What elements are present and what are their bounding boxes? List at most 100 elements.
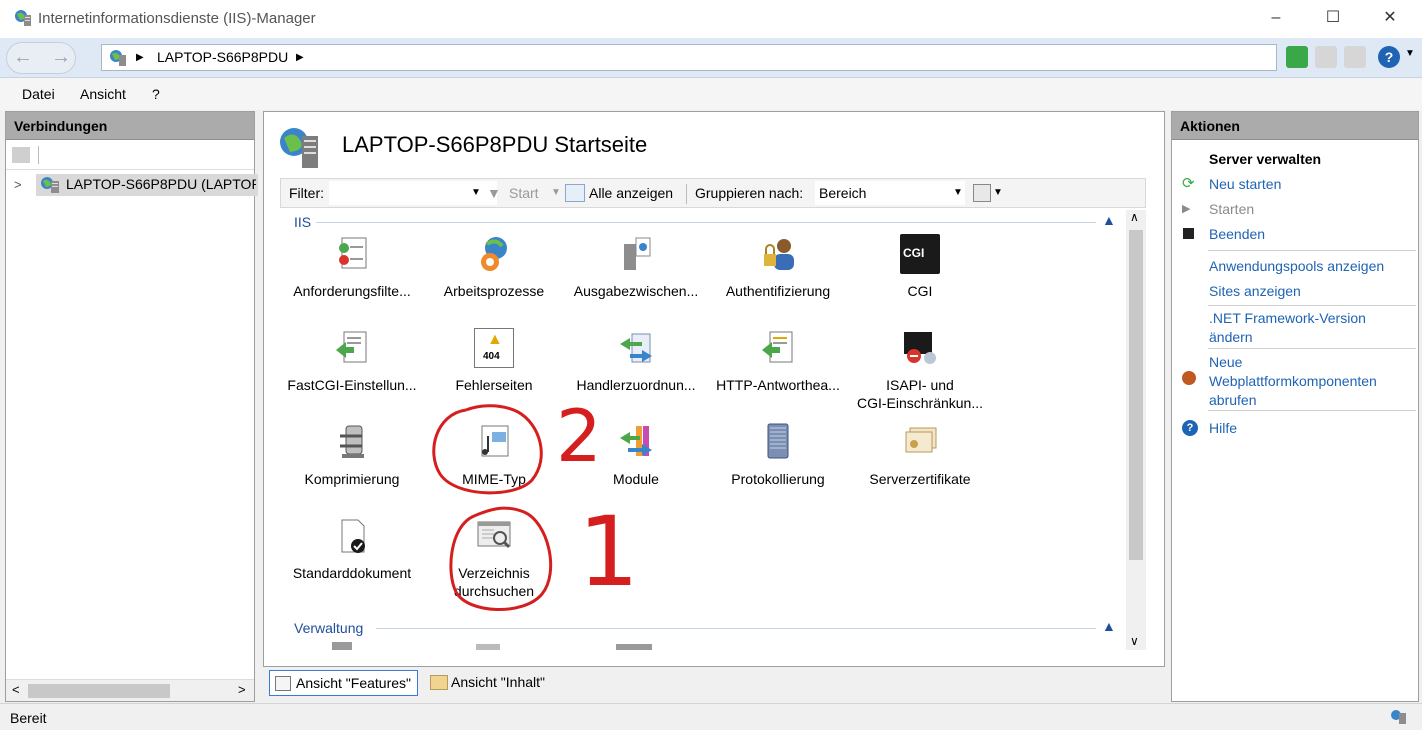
feature-request-filtering[interactable]: Anforderungsfilte...	[282, 234, 422, 300]
feature-http-response-headers[interactable]: HTTP-Antworthea...	[708, 328, 848, 394]
actions-section-title: Server verwalten	[1209, 151, 1322, 167]
feature-directory-browsing[interactable]: Verzeichnis durchsuchen	[424, 516, 564, 600]
tab-features-label: Ansicht "Features"	[296, 675, 411, 691]
management-feature-icon[interactable]	[476, 644, 500, 650]
feature-cgi[interactable]: CGI CGI	[850, 234, 990, 300]
scroll-thumb[interactable]	[28, 684, 170, 698]
page-title: LAPTOP-S66P8PDU Startseite	[342, 132, 648, 157]
start-dropdown-icon[interactable]: ▼	[551, 187, 561, 198]
feature-label: Anforderungsfilte...	[293, 283, 411, 299]
tab-features-view[interactable]: Ansicht "Features"	[269, 670, 418, 696]
stop-icon[interactable]	[1315, 46, 1337, 68]
actions-panel: Aktionen Server verwalten ⟳ Neu starten …	[1171, 111, 1419, 702]
feature-modules[interactable]: Module	[566, 422, 706, 488]
management-feature-icon[interactable]	[332, 642, 352, 650]
management-feature-icon[interactable]	[616, 644, 652, 650]
connect-icon[interactable]	[12, 147, 30, 163]
actions-separator	[1208, 305, 1416, 306]
scroll-down-icon[interactable]: ∨	[1130, 634, 1139, 648]
action-stop[interactable]: Beenden	[1209, 225, 1265, 244]
breadcrumb-server[interactable]: LAPTOP-S66P8PDU	[157, 49, 288, 65]
connections-panel: Verbindungen > LAPTOP-S66P8PDU (LAPTOP- …	[5, 111, 258, 702]
filter-dropdown-icon[interactable]: ▼	[471, 187, 481, 198]
feature-error-pages[interactable]: ▲ 404 Fehlerseiten	[424, 328, 564, 394]
feature-logging[interactable]: Protokollierung	[708, 422, 848, 488]
collapse-iis-icon[interactable]: ▲	[1102, 212, 1116, 228]
help-dropdown-icon[interactable]: ▼	[1405, 48, 1415, 59]
feature-output-caching[interactable]: Ausgabezwischen...	[566, 234, 706, 300]
view-tabs: Ansicht "Features" Ansicht "Inhalt"	[263, 670, 863, 698]
feature-label: Komprimierung	[304, 471, 400, 487]
refresh-icon[interactable]	[1286, 46, 1308, 68]
collapse-management-icon[interactable]: ▲	[1102, 618, 1116, 634]
address-box[interactable]: ▶ LAPTOP-S66P8PDU ▶	[101, 44, 1277, 71]
tree-node-selected[interactable]: LAPTOP-S66P8PDU (LAPTOP-	[36, 174, 258, 196]
back-arrow-icon[interactable]: ←	[6, 44, 40, 72]
view-mode-dropdown-icon[interactable]: ▼	[993, 187, 1003, 198]
menu-help[interactable]: ?	[152, 86, 160, 102]
handler-mapping-icon	[620, 333, 652, 363]
connections-hscrollbar[interactable]: < >	[6, 679, 254, 701]
tab-content-view[interactable]: Ansicht "Inhalt"	[425, 670, 551, 696]
action-net-framework[interactable]: .NET Framework-Version ändern	[1209, 309, 1409, 347]
close-button[interactable]: ✕	[1380, 8, 1400, 28]
home-icon[interactable]	[1344, 46, 1366, 68]
feature-label: Serverzertifikate	[869, 471, 971, 487]
forward-arrow-icon[interactable]: →	[44, 44, 78, 72]
directory-browsing-icon	[477, 521, 511, 549]
feature-vscrollbar[interactable]: ∧ ∨	[1126, 210, 1146, 650]
scroll-left-icon[interactable]: <	[12, 682, 20, 697]
worker-process-icon	[481, 237, 507, 271]
breadcrumb-dropdown-icon[interactable]: ▶	[296, 52, 304, 63]
action-start[interactable]: Starten	[1209, 200, 1254, 219]
tab-content-label: Ansicht "Inhalt"	[451, 674, 545, 690]
group-dropdown-icon[interactable]: ▼	[953, 187, 963, 198]
start-button[interactable]: Start	[509, 185, 539, 201]
toolbar-separator	[38, 146, 39, 164]
chevron-right-icon[interactable]: >	[14, 177, 22, 192]
feature-default-document[interactable]: Standarddokument	[282, 516, 422, 582]
feature-server-certificates[interactable]: Serverzertifikate	[850, 422, 990, 488]
maximize-button[interactable]: ☐	[1323, 8, 1343, 28]
filter-bar: Filter: ▼ ▼ Start ▼ Alle anzeigen Gruppi…	[280, 178, 1146, 208]
status-server-icon	[1391, 710, 1406, 724]
logging-icon	[767, 423, 789, 459]
warning-icon: ▲	[487, 331, 503, 348]
show-all-icon	[565, 184, 585, 202]
compression-icon	[340, 425, 364, 458]
scroll-right-icon[interactable]: >	[238, 682, 246, 697]
menu-file[interactable]: Datei	[22, 86, 55, 102]
scroll-thumb[interactable]	[1129, 230, 1143, 560]
section-divider	[316, 222, 1096, 223]
status-text: Bereit	[10, 710, 47, 726]
feature-compression[interactable]: Komprimierung	[282, 422, 422, 488]
iis-app-icon	[15, 10, 31, 26]
feature-handler-mappings[interactable]: Handlerzuordnun...	[566, 328, 706, 394]
view-mode-icon[interactable]	[973, 184, 991, 202]
tree-item-server[interactable]: > LAPTOP-S66P8PDU (LAPTOP-	[14, 174, 258, 196]
action-new-components[interactable]: Neue Webplattformkomponenten abrufen	[1209, 353, 1409, 410]
feature-label: HTTP-Antworthea...	[716, 377, 840, 393]
web-platform-icon	[1182, 371, 1196, 385]
breadcrumb-separator-icon: ▶	[136, 52, 144, 63]
feature-isapi-cgi-restrictions[interactable]: ISAPI- und CGI-Einschränkun...	[850, 328, 990, 412]
action-app-pools[interactable]: Anwendungspools anzeigen	[1209, 257, 1384, 276]
minimize-button[interactable]: –	[1266, 8, 1286, 28]
help-icon[interactable]: ?	[1378, 46, 1400, 68]
feature-fastcgi[interactable]: FastCGI-Einstellun...	[282, 328, 422, 394]
group-by-label: Gruppieren nach:	[695, 185, 804, 201]
show-all-button[interactable]: Alle anzeigen	[589, 185, 673, 201]
feature-worker-processes[interactable]: Arbeitsprozesse	[424, 234, 564, 300]
section-divider	[376, 628, 1096, 629]
group-by-select[interactable]: Bereich ▼	[815, 181, 965, 205]
server-home-icon	[280, 128, 318, 168]
action-help[interactable]: Hilfe	[1209, 419, 1237, 438]
feature-mime-types[interactable]: MIME-Typ	[424, 422, 564, 488]
scroll-up-icon[interactable]: ∧	[1130, 210, 1139, 224]
action-sites[interactable]: Sites anzeigen	[1209, 282, 1301, 301]
feature-authentication[interactable]: Authentifizierung	[708, 234, 848, 300]
feature-list: IIS ▲ Anforderungsfilte... Arbeitsprozes…	[280, 210, 1146, 650]
action-restart[interactable]: Neu starten	[1209, 175, 1281, 194]
menu-view[interactable]: Ansicht	[80, 86, 126, 102]
server-icon	[110, 50, 126, 66]
